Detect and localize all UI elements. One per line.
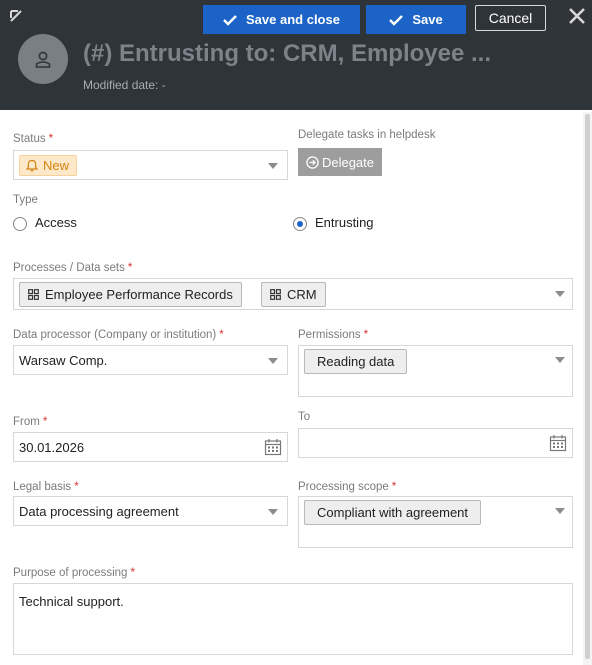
- calendar-icon[interactable]: [549, 434, 567, 452]
- delegate-button-label: Delegate: [321, 154, 375, 170]
- process-chip[interactable]: CRM: [261, 282, 326, 307]
- legal-basis-select[interactable]: Data processing agreement: [13, 496, 288, 526]
- cancel-button[interactable]: Cancel: [475, 5, 546, 31]
- data-processor-value: Warsaw Comp.: [19, 353, 108, 368]
- purpose-textarea[interactable]: Technical support.: [13, 583, 573, 655]
- chevron-down-icon: [268, 509, 278, 515]
- radio-access-label[interactable]: Access: [35, 215, 77, 230]
- permissions-label: Permissions *: [298, 329, 369, 341]
- chevron-down-icon: [555, 357, 565, 363]
- processing-scope-chip[interactable]: Compliant with agreement: [304, 500, 482, 525]
- processes-label: Processes / Data sets *: [13, 262, 133, 274]
- avatar: [18, 34, 68, 84]
- check-icon: [223, 14, 237, 26]
- radio-entrusting[interactable]: [293, 217, 307, 231]
- process-chip-label: CRM: [287, 287, 317, 302]
- from-date-input[interactable]: 30.01.2026: [13, 432, 288, 462]
- legal-basis-value: Data processing agreement: [19, 504, 179, 519]
- arrow-circle-right-icon: [306, 155, 319, 169]
- to-label: To: [298, 411, 311, 423]
- save-and-close-label: Save and close: [246, 12, 340, 27]
- purpose-label: Purpose of processing *: [13, 567, 135, 579]
- grid-icon: [28, 289, 39, 300]
- status-label: Status *: [13, 133, 54, 145]
- save-and-close-button[interactable]: Save and close: [203, 5, 360, 34]
- from-date-value: 30.01.2026: [19, 440, 85, 455]
- data-processor-label: Data processor (Company or institution) *: [13, 329, 224, 341]
- data-processor-select[interactable]: Warsaw Comp.: [13, 345, 288, 375]
- calendar-icon[interactable]: [264, 438, 282, 456]
- scrollbar-thumb[interactable]: [585, 114, 590, 659]
- chevron-down-icon: [555, 291, 565, 297]
- permission-chip[interactable]: Reading data: [304, 349, 408, 374]
- from-label: From *: [13, 416, 48, 428]
- processing-scope-chip-label: Compliant with agreement: [317, 505, 469, 520]
- process-chip[interactable]: Employee Performance Records: [19, 282, 242, 307]
- to-date-input[interactable]: [298, 428, 573, 458]
- type-label: Type: [13, 194, 38, 206]
- chevron-down-icon: [268, 358, 278, 364]
- permissions-multiselect[interactable]: Reading data: [298, 345, 573, 397]
- permission-chip-label: Reading data: [317, 354, 395, 369]
- legal-basis-label: Legal basis *: [13, 481, 79, 493]
- radio-entrusting-label[interactable]: Entrusting: [315, 215, 374, 230]
- close-icon[interactable]: [567, 6, 587, 26]
- check-icon: [389, 14, 404, 26]
- delegate-label: Delegate tasks in helpdesk: [298, 129, 436, 141]
- processing-scope-label: Processing scope *: [298, 481, 397, 493]
- grid-icon: [270, 289, 281, 300]
- chevron-down-icon: [268, 163, 278, 169]
- status-badge: New: [19, 155, 78, 176]
- radio-access[interactable]: [13, 217, 27, 231]
- chevron-down-icon: [555, 508, 565, 514]
- delegate-button[interactable]: Delegate: [298, 148, 382, 176]
- process-chip-label: Employee Performance Records: [45, 287, 233, 302]
- processing-scope-multiselect[interactable]: Compliant with agreement: [298, 496, 573, 548]
- purpose-value: Technical support.: [19, 594, 124, 609]
- page-title: (#) Entrusting to: CRM, Employee ...: [83, 40, 492, 67]
- save-label: Save: [412, 12, 443, 27]
- status-select[interactable]: New: [13, 150, 288, 180]
- bell-icon: [26, 159, 38, 172]
- user-icon: [35, 51, 51, 68]
- modified-date: Modified date: -: [83, 78, 166, 92]
- processes-multiselect[interactable]: Employee Performance Records CRM: [13, 278, 573, 310]
- form-header: Save and close Save Cancel (#) Entrustin…: [0, 0, 592, 110]
- expand-icon[interactable]: [8, 8, 24, 24]
- status-value: New: [43, 158, 70, 173]
- save-button[interactable]: Save: [366, 5, 466, 34]
